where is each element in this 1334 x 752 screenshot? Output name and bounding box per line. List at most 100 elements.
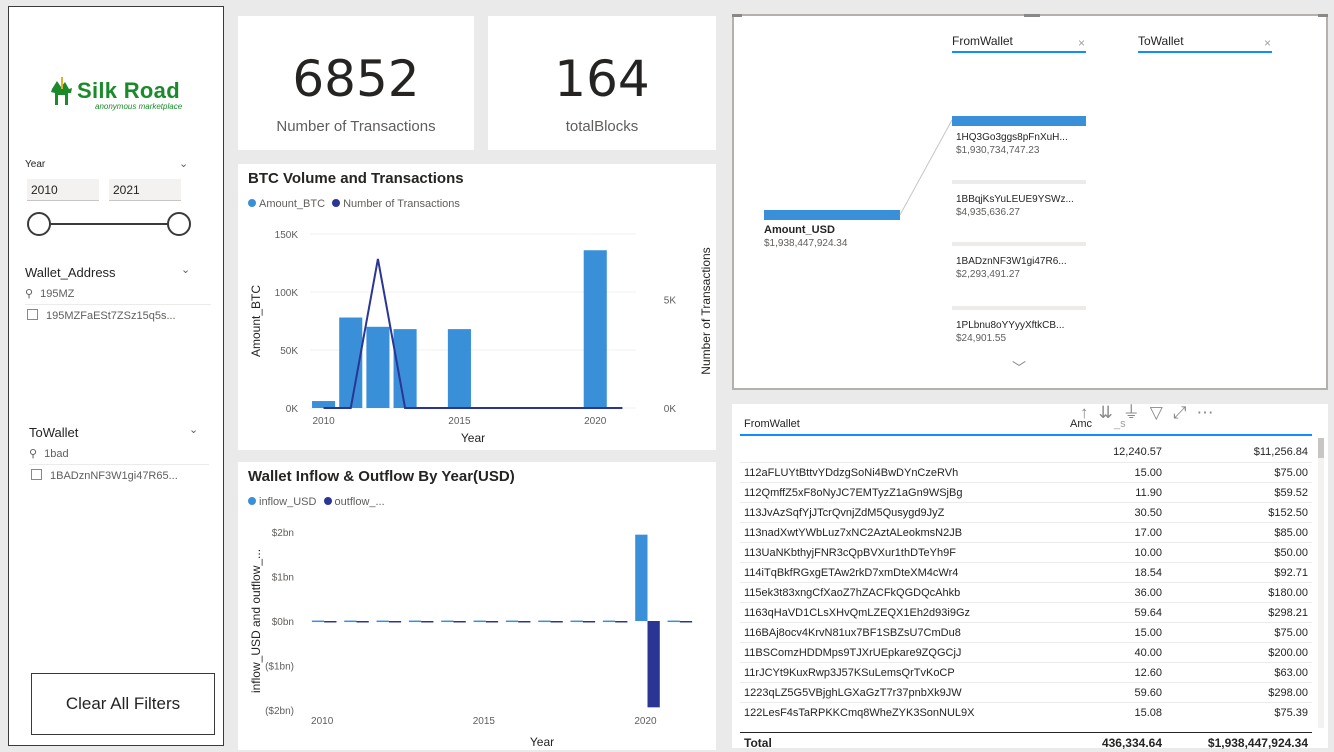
cell-amount: 12,240.57 [1113,446,1162,458]
table-row[interactable]: 114iTqBkfRGxgETAw2rkD7xmDteXM4cWr4 18.54 $… [740,562,1312,582]
node-bar[interactable] [952,242,1086,246]
bar-outflow [421,621,434,623]
bar-inflow [408,620,422,623]
y2-axis-title: Number of Transactions [699,247,713,374]
towallet-slicer-title: ToWallet [29,425,79,440]
bar-outflow [324,621,337,623]
bar-outflow [550,621,563,623]
bar-inflow [570,620,583,623]
cell-wallet: 11rJCYt9KuxRwp3J57KSuLemsQrTvKoCP [744,667,955,679]
total-amount: 436,334.64 [1101,736,1162,750]
y-tick-label: $1bn [272,573,294,584]
table-row[interactable]: 1223qLZ5G5VBjghLGXaGzT7r37pnbXk9JW 59.60 $… [740,682,1312,702]
sort-icon[interactable]: ↑ [1080,403,1099,422]
x-axis-title: Year [530,735,554,749]
cell-usd: $298.21 [1268,607,1308,619]
wallet-slicer-item[interactable]: 195MZFaESt7ZSz15q5s... [27,309,176,322]
close-icon[interactable]: × [1078,36,1085,50]
column-header-fromwallet[interactable]: FromWallet [744,418,800,430]
card-label: totalBlocks [565,118,639,135]
wallet-search-input[interactable]: ⚲ 195MZ [25,287,211,305]
cell-usd: $75.00 [1274,627,1308,639]
more-options-icon[interactable]: ⋯ [1196,403,1223,422]
node-bar[interactable] [952,116,1086,126]
wallet-table: FromWallet Amc _s 12,240.57 $11,256.84 1… [732,404,1328,750]
cell-amount: 10.00 [1134,547,1162,559]
table-row[interactable]: 113UaNKbthyjFNR3cQpBVXur1thDTeYh9F 10.00 $… [740,542,1312,562]
chevron-down-icon[interactable]: ﹀ [1012,358,1026,378]
year-from-input[interactable]: 2010 [27,179,99,201]
bar-inflow [311,620,325,623]
table-scrollbar[interactable] [1318,438,1324,728]
node-bar[interactable] [952,306,1086,310]
year-range-slider[interactable] [21,209,201,239]
focus-mode-icon[interactable]: ⤢ [1173,403,1197,422]
resize-handle[interactable] [1024,14,1040,17]
cell-usd: $11,256.84 [1253,446,1308,458]
towallet-search-input[interactable]: ⚲ 1bad [29,447,209,465]
cell-wallet: 112QmffZ5xF8oNyJC7EMTyzZ1aGn9WSjBg [744,487,963,499]
tree-level-header[interactable]: FromWallet [952,34,1086,53]
table-row[interactable]: 113nadXwtYWbLuz7xNC2AztALeokmsN2JB 17.00 $… [740,522,1312,542]
table-row[interactable]: 122LesF4sTaRPKKCmq8WheZYK3SonNUL9X 15.08 $… [740,702,1312,722]
table-row[interactable]: 11BSComzHDDMps9TJXrUEpkare9ZQGCjJ 40.00 $2… [740,642,1312,662]
bar-outflow [582,621,596,623]
node-bar[interactable] [952,180,1086,184]
x-axis-title: Year [461,431,485,445]
checkbox[interactable] [27,309,38,320]
bar-inflow [538,620,551,623]
table-row[interactable]: 1163qHaVD1CLsXHvQmLZEQX1Eh2d93i9Gz 59.64 $… [740,602,1312,622]
towallet-item-label: 1BADznNF3W1gi47R65... [50,470,178,482]
cell-usd: $75.00 [1274,467,1308,479]
visual-toolbar: ↑⇊⏚▽⤢⋯ [1080,398,1223,423]
table-row[interactable]: 112aFLUYtBttvYDdzgSoNi4BwDYnCzeRVh 15.00 $… [740,462,1312,482]
wallet-search-value: 195MZ [40,288,75,300]
chart-plot: ($2bn) ($1bn) $0bn $1bn $2bn 2010 2015 2020 Year… [249,528,693,749]
chevron-down-icon[interactable]: ⌄ [179,157,188,170]
y-tick-label: $2bn [272,528,294,539]
y-axis-title: inflow_USD and outflow_... [249,549,263,693]
table-row[interactable]: 115ek3t83xngCfXaoZ7hZACFkQGDQcAhkb 36.00 $… [740,582,1312,602]
bar-outflow [388,621,402,623]
chevron-down-icon[interactable]: ⌄ [181,263,190,276]
cell-amount: 18.54 [1134,567,1162,579]
checkbox[interactable] [31,469,42,480]
sort-icon[interactable]: ⇊ [1099,403,1123,422]
cell-usd: $75.39 [1274,707,1308,719]
year-to-input[interactable]: 2021 [109,179,181,201]
x-tick-label: 2015 [448,416,471,427]
bar-outflow [518,621,531,623]
chevron-down-icon[interactable]: ⌄ [189,423,198,436]
table-row[interactable]: 112QmffZ5xF8oNyJC7EMTyzZ1aGn9WSjBg 11.90 $… [740,482,1312,502]
y2-tick-label: 0K [664,404,677,415]
search-icon: ⚲ [25,288,34,300]
table-row[interactable]: 11rJCYt9KuxRwp3J57KSuLemsQrTvKoCP 12.60 $6… [740,662,1312,682]
close-icon[interactable]: × [1264,36,1271,50]
y-tick-label: ($1bn) [265,662,294,673]
towallet-slicer-item[interactable]: 1BADznNF3W1gi47R65... [31,469,178,482]
slider-handle-end [167,212,191,236]
bar-inflow [441,620,454,623]
bar [312,401,336,408]
clear-all-filters-button[interactable]: Clear All Filters [31,673,215,735]
transactions-card: 6852 Number of Transactions [238,16,474,150]
cell-usd: $152.50 [1268,507,1308,519]
table-row[interactable]: 116BAj8ocv4KrvN81ux7BF1SBZsU7CmDu8 15.00 $… [740,622,1312,642]
root-bar[interactable] [764,210,900,220]
logo-title: Silk Road [77,78,180,103]
cell-wallet: 122LesF4sTaRPKKCmq8WheZYK3SonNUL9X [744,707,975,719]
bar-outflow [485,621,499,623]
wallet-slicer-title: Wallet_Address [25,265,116,280]
bar-outflow [615,621,628,623]
tree-level-header[interactable]: ToWallet [1138,34,1272,53]
scrollbar-thumb[interactable] [1318,438,1324,458]
silk-road-logo: Silk Road anonymous marketplace [49,71,199,115]
card-label: Number of Transactions [276,118,436,135]
filter-icon[interactable]: ▽ [1150,403,1173,422]
expand-icon[interactable]: ⏚ [1123,403,1150,422]
table-row[interactable]: 12,240.57 $11,256.84 [740,442,1312,462]
resize-handle[interactable] [732,14,742,17]
table-row[interactable]: 113JvAzSqfYjJTcrQvnjZdM5Qusygd9JyZ 30.50 $… [740,502,1312,522]
resize-handle[interactable] [1318,14,1328,17]
y-axis-title: Amount_BTC [249,285,263,357]
